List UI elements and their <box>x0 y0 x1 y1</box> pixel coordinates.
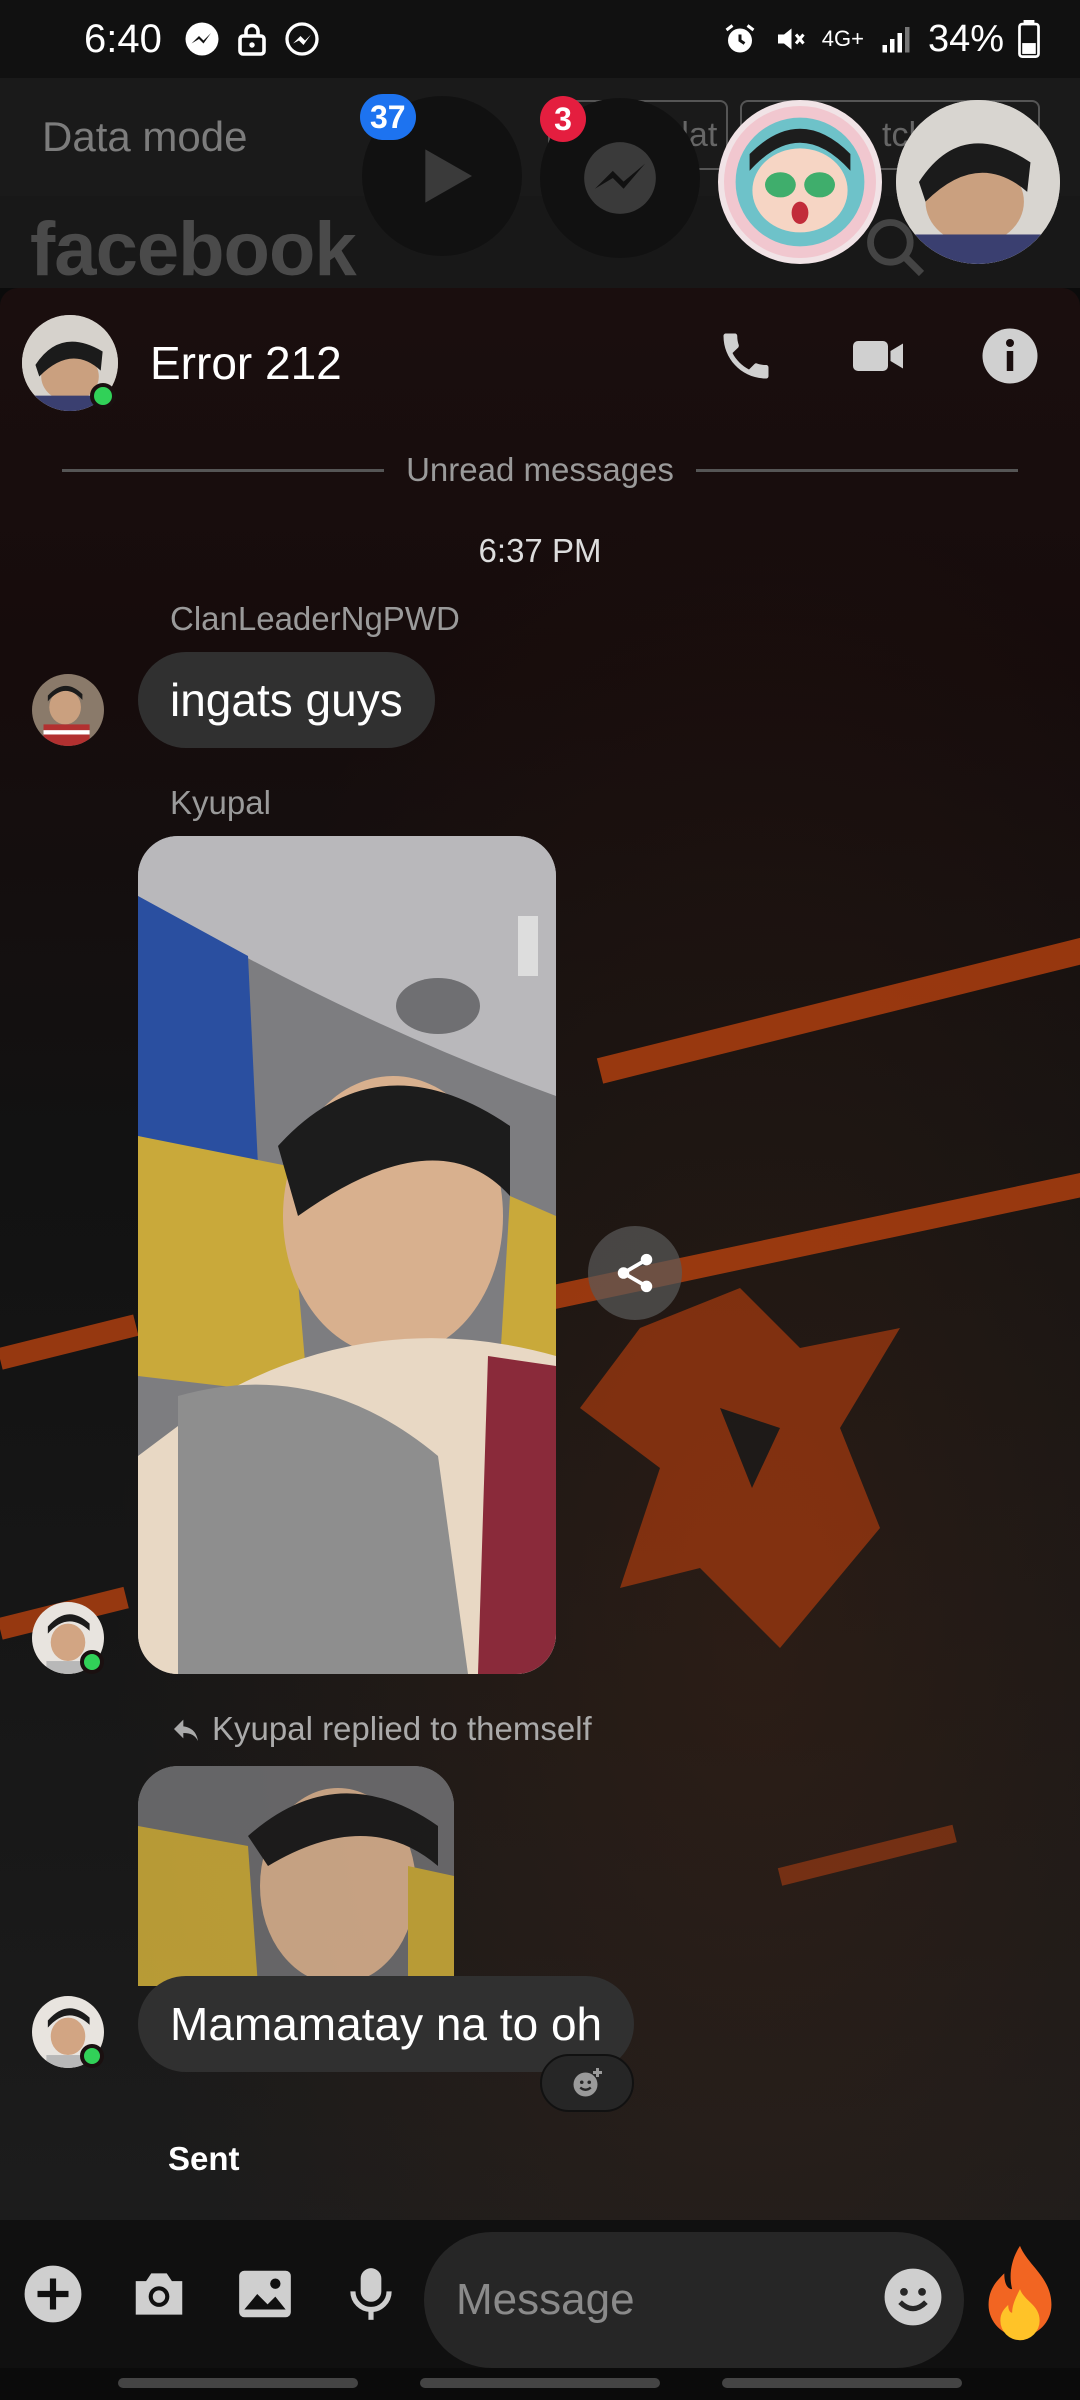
add-reaction-button[interactable] <box>540 2054 634 2112</box>
sender-name: Kyupal <box>170 784 271 821</box>
sender-avatar-image <box>32 674 104 746</box>
online-status-dot <box>80 1650 104 1674</box>
message-timestamp: 6:37 PM <box>478 532 602 569</box>
group-avatar[interactable] <box>22 315 118 411</box>
message-bubble[interactable]: ingats guys <box>138 652 435 748</box>
chat-panel: Error 212 Unread messages 6:37 PM ClanLe… <box>0 288 1080 2220</box>
chat-head-user-avatar[interactable] <box>896 100 1060 264</box>
video-camera-icon[interactable] <box>848 326 908 386</box>
chat-head-watch[interactable]: 37 <box>360 94 522 256</box>
nav-handle[interactable] <box>118 2378 358 2388</box>
signal-icon <box>882 27 910 53</box>
battery-icon <box>1018 20 1040 58</box>
status-bar: 6:40 4G+ 34% <box>0 0 1080 78</box>
messenger-icon <box>285 22 319 56</box>
chat-title[interactable]: Error 212 <box>150 336 342 390</box>
emoji-icon[interactable] <box>882 2266 944 2328</box>
sender-avatar[interactable] <box>32 1602 104 1674</box>
lock-icon <box>238 23 266 56</box>
camera-icon[interactable] <box>128 2263 190 2325</box>
reply-indicator: Kyupal replied to themself <box>170 1710 592 1748</box>
share-button[interactable] <box>588 1226 682 1320</box>
notification-badge: 3 <box>540 96 586 142</box>
shared-photo[interactable] <box>138 836 556 1674</box>
plus-icon[interactable] <box>22 2263 84 2325</box>
reply-label-text: Kyupal replied to themself <box>212 1710 592 1747</box>
phone-icon[interactable] <box>716 326 776 386</box>
notification-badge: 37 <box>360 94 416 140</box>
nav-handle[interactable] <box>722 2378 962 2388</box>
status-time: 6:40 <box>84 16 162 61</box>
online-status-dot <box>80 2044 104 2068</box>
add-reaction-icon <box>573 2068 602 2097</box>
play-icon <box>425 149 472 203</box>
system-nav-bar <box>0 2368 1080 2400</box>
battery-percent: 34% <box>927 17 1004 60</box>
replied-photo-preview[interactable] <box>138 1766 454 1986</box>
unread-divider: Unread messages <box>62 438 1018 502</box>
facebook-logo: facebook <box>30 207 357 292</box>
message-input[interactable]: Message <box>424 2232 964 2368</box>
replied-photo-image <box>138 1766 454 1986</box>
fire-icon[interactable] <box>972 2242 1068 2352</box>
message-placeholder: Message <box>456 2275 635 2324</box>
chat-header: Error 212 <box>0 288 1080 438</box>
sender-avatar[interactable] <box>32 674 104 746</box>
reply-arrow-icon <box>174 1719 198 1741</box>
online-status-dot <box>90 383 116 409</box>
sender-avatar[interactable] <box>32 1996 104 2068</box>
info-icon[interactable] <box>980 326 1040 386</box>
unread-label: Unread messages <box>406 451 674 488</box>
network-type: 4G+ <box>821 26 864 51</box>
chat-head-messenger[interactable]: 3 <box>540 96 700 258</box>
sender-name: ClanLeaderNgPWD <box>170 600 460 637</box>
messenger-icon <box>584 142 656 214</box>
nav-handle[interactable] <box>420 2378 660 2388</box>
data-mode-label: Data mode <box>42 113 248 160</box>
cartoon-avatar-image <box>735 117 865 247</box>
mute-icon <box>777 28 805 50</box>
user-photo-avatar <box>896 100 1060 264</box>
sent-status: Sent <box>168 2140 240 2177</box>
messenger-icon <box>185 22 219 56</box>
chat-head-cartoon-avatar[interactable] <box>718 100 882 264</box>
share-icon <box>617 1253 653 1293</box>
gallery-icon[interactable] <box>234 2263 296 2325</box>
microphone-icon[interactable] <box>340 2263 402 2325</box>
alarm-icon <box>725 24 755 53</box>
photo-bus-selfie <box>138 836 556 1674</box>
